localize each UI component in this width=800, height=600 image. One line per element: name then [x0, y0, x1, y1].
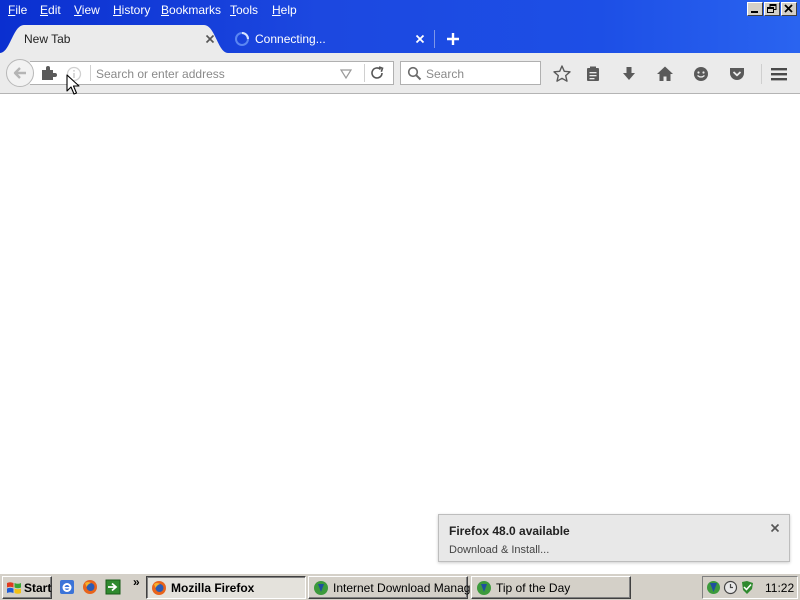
toolbar-separator [761, 64, 762, 84]
close-window-button[interactable] [781, 2, 797, 16]
tab-separator [434, 30, 435, 48]
notification-title: Firefox 48.0 available [449, 524, 570, 538]
close-icon [784, 4, 793, 13]
puzzle-icon[interactable] [40, 65, 58, 81]
search-bar[interactable] [400, 61, 541, 85]
menu-tools[interactable]: Tools [230, 3, 258, 17]
firefox-icon [152, 581, 166, 595]
tip-globe-icon [477, 581, 491, 595]
minimize-button[interactable] [747, 2, 763, 16]
quick-launch [56, 578, 126, 598]
windows-logo-icon [7, 582, 21, 594]
hamburger-menu-icon[interactable] [769, 64, 789, 84]
download-install-link[interactable]: Download & Install... [449, 544, 549, 556]
update-notification[interactable]: Firefox 48.0 available Download & Instal… [438, 514, 790, 562]
menu-history[interactable]: History [113, 3, 150, 17]
menu-help[interactable]: Help [272, 3, 297, 17]
title-bar: File Edit View History Bookmarks Tools H… [0, 0, 800, 53]
menu-bookmarks[interactable]: Bookmarks [161, 3, 221, 17]
loading-spinner-icon [235, 32, 249, 46]
tab-new-tab[interactable]: New Tab [0, 25, 228, 53]
url-separator [90, 65, 91, 81]
menu-file[interactable]: File [8, 3, 27, 17]
clock: 11:22 [765, 581, 795, 595]
system-tray: 11:22 [702, 576, 798, 599]
url-separator [364, 64, 365, 82]
internet-explorer-icon[interactable] [59, 579, 75, 595]
close-icon[interactable] [414, 33, 426, 45]
restore-icon [767, 4, 777, 13]
hello-chat-bubble-icon[interactable] [691, 64, 711, 84]
task-button-firefox[interactable]: Mozilla Firefox [146, 576, 306, 599]
url-bar[interactable] [30, 61, 394, 85]
download-arrow-icon[interactable] [619, 64, 639, 84]
pocket-icon[interactable] [727, 64, 747, 84]
network-tray-icon[interactable] [706, 580, 721, 595]
taskbar: Start » Mozilla Firefox Internet Downloa… [0, 573, 800, 600]
task-button-tip-of-day[interactable]: Tip of the Day [471, 576, 631, 599]
download-manager-icon [314, 581, 328, 595]
menu-bar: File Edit View History Bookmarks Tools H… [0, 0, 740, 20]
task-button-idm[interactable]: Internet Download Manag... [308, 576, 480, 599]
firefox-quicklaunch-icon[interactable] [82, 579, 98, 595]
mouse-cursor-icon [66, 74, 80, 95]
menu-view[interactable]: View [74, 3, 100, 17]
menu-edit[interactable]: Edit [40, 3, 61, 17]
back-arrow-icon [13, 67, 26, 79]
tab-connecting[interactable]: Connecting... [228, 25, 436, 53]
quick-launch-chevron[interactable]: » [133, 575, 140, 589]
back-button[interactable] [6, 59, 34, 87]
clock-tray-icon[interactable] [723, 580, 738, 595]
reload-icon[interactable] [369, 65, 387, 81]
page-content[interactable] [0, 95, 800, 573]
search-input[interactable] [426, 66, 534, 82]
close-icon[interactable] [204, 33, 216, 45]
minimize-icon [751, 11, 758, 13]
navigation-toolbar [0, 53, 800, 94]
close-icon[interactable] [769, 522, 781, 534]
shield-tray-icon[interactable] [740, 580, 755, 595]
new-tab-plus-icon[interactable] [445, 31, 461, 47]
reading-list-clipboard-icon[interactable] [583, 64, 603, 84]
dropdown-arrow-icon[interactable] [340, 69, 352, 79]
url-input[interactable] [96, 66, 336, 82]
start-button[interactable]: Start [2, 576, 52, 599]
restore-button[interactable] [764, 2, 780, 16]
bookmark-star-icon[interactable] [552, 64, 572, 84]
show-desktop-arrow-icon[interactable] [105, 579, 121, 595]
home-icon[interactable] [655, 64, 675, 84]
search-icon [407, 66, 422, 81]
